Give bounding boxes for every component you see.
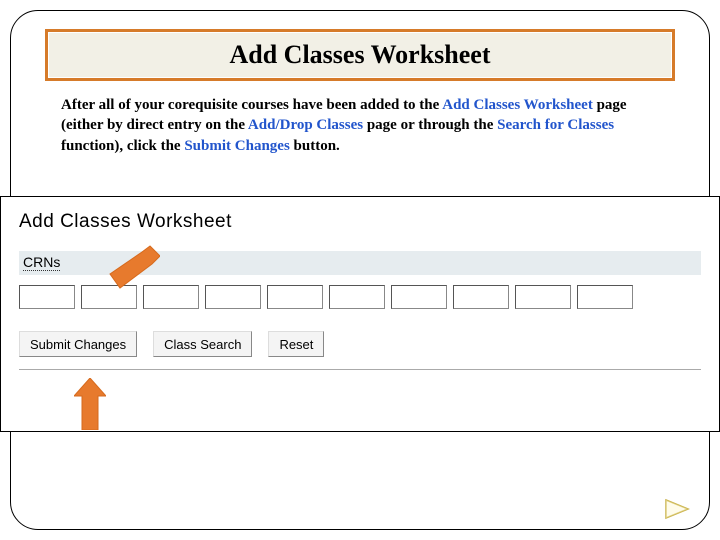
- crn-input-5[interactable]: [267, 285, 323, 309]
- crn-input-7[interactable]: [391, 285, 447, 309]
- link-search-for-classes: Search for Classes: [497, 117, 614, 133]
- crn-input-6[interactable]: [329, 285, 385, 309]
- page-title: Add Classes Worksheet: [48, 40, 672, 70]
- link-add-classes-worksheet: Add Classes Worksheet: [442, 97, 593, 113]
- crn-input-2[interactable]: [81, 285, 137, 309]
- crns-header-row: CRNs: [19, 251, 701, 275]
- crn-input-3[interactable]: [143, 285, 199, 309]
- title-box: Add Classes Worksheet: [45, 29, 675, 81]
- divider: [19, 369, 701, 370]
- submit-changes-button[interactable]: Submit Changes: [19, 331, 137, 357]
- link-submit-changes: Submit Changes: [184, 138, 289, 154]
- crns-label[interactable]: CRNs: [23, 254, 60, 271]
- worksheet-heading: Add Classes Worksheet: [19, 211, 701, 233]
- class-search-button[interactable]: Class Search: [153, 331, 252, 357]
- crn-input-row: [19, 285, 701, 309]
- crn-input-9[interactable]: [515, 285, 571, 309]
- intro-text: After all of your corequisite courses ha…: [37, 95, 683, 156]
- next-slide-icon[interactable]: [664, 498, 690, 520]
- embedded-screenshot: Add Classes Worksheet CRNs Submit Change…: [0, 196, 720, 432]
- crn-input-8[interactable]: [453, 285, 509, 309]
- crn-input-10[interactable]: [577, 285, 633, 309]
- crn-input-1[interactable]: [19, 285, 75, 309]
- reset-button[interactable]: Reset: [268, 331, 324, 357]
- link-add-drop-classes: Add/Drop Classes: [248, 117, 363, 133]
- crn-input-4[interactable]: [205, 285, 261, 309]
- button-row: Submit Changes Class Search Reset: [19, 331, 701, 357]
